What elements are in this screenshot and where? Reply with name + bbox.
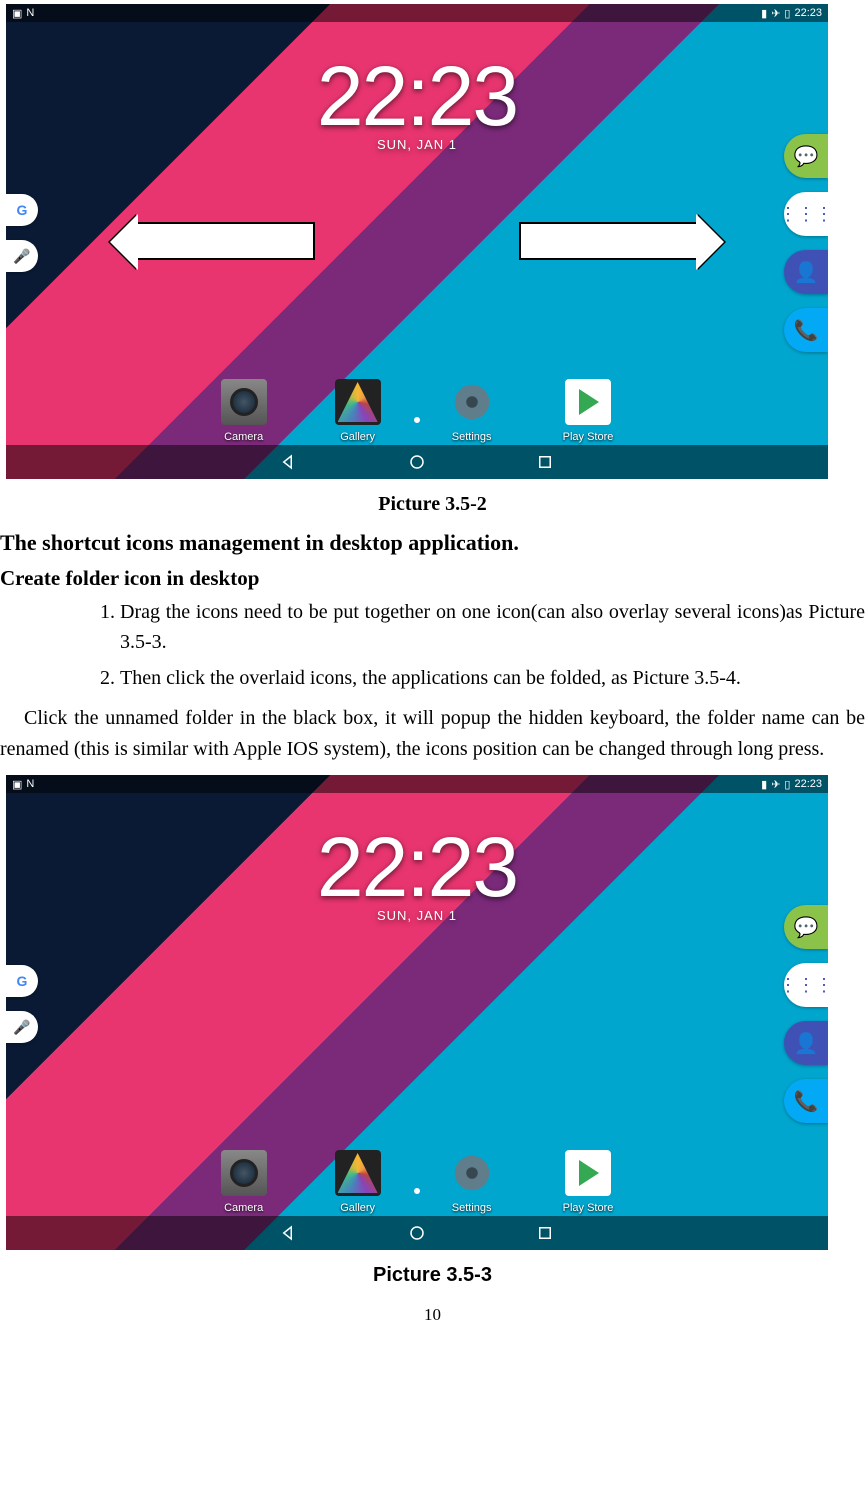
app-gallery[interactable]: Gallery bbox=[335, 379, 381, 443]
app-playstore[interactable]: Play Store bbox=[563, 379, 614, 443]
nav-bar bbox=[6, 1216, 828, 1250]
app-settings[interactable]: Settings bbox=[449, 1150, 495, 1214]
signal-icon: ▮ bbox=[761, 7, 767, 20]
clock-time: 22:23 bbox=[317, 59, 517, 135]
nav-recent-icon[interactable] bbox=[536, 1224, 554, 1242]
app-camera[interactable]: Camera bbox=[221, 1150, 267, 1214]
settings-icon bbox=[449, 1150, 495, 1196]
n-icon: N bbox=[26, 778, 34, 790]
status-time: 22:23 bbox=[794, 7, 822, 19]
camera-icon bbox=[221, 1150, 267, 1196]
clock-widget: 22:23 SUN, JAN 1 bbox=[317, 59, 517, 152]
screenshot-2: ▣ N ▮ ✈ ▯ 22:23 22:23 SUN, JAN 1 G 🎤 💬 ⋮… bbox=[6, 775, 828, 1250]
app-playstore[interactable]: Play Store bbox=[563, 1150, 614, 1214]
nav-back-icon[interactable] bbox=[280, 1224, 298, 1242]
camera-icon bbox=[221, 379, 267, 425]
arrow-left-icon bbox=[136, 222, 315, 260]
apps-shortcut[interactable]: ⋮⋮⋮ bbox=[784, 963, 828, 1007]
battery-icon: ▯ bbox=[784, 778, 790, 791]
heading-create-folder: Create folder icon in desktop bbox=[0, 566, 865, 591]
messages-shortcut[interactable]: 💬 bbox=[784, 134, 828, 178]
app-camera[interactable]: Camera bbox=[221, 379, 267, 443]
nav-home-icon[interactable] bbox=[408, 1224, 426, 1242]
battery-icon: ▯ bbox=[784, 7, 790, 20]
status-bar: ▣ N ▮ ✈ ▯ 22:23 bbox=[6, 775, 828, 793]
gallery-icon bbox=[335, 1150, 381, 1196]
image-icon: ▣ bbox=[12, 778, 22, 791]
status-time: 22:23 bbox=[794, 778, 822, 790]
google-shortcut[interactable]: G bbox=[6, 194, 38, 226]
n-icon: N bbox=[26, 7, 34, 19]
contacts-shortcut[interactable]: 👤 bbox=[784, 250, 828, 294]
gallery-icon bbox=[335, 379, 381, 425]
list-item: Then click the overlaid icons, the appli… bbox=[120, 663, 865, 693]
playstore-icon bbox=[565, 379, 611, 425]
list-item: Drag the icons need to be put together o… bbox=[120, 597, 865, 657]
voice-shortcut[interactable]: 🎤 bbox=[6, 1011, 38, 1043]
apps-shortcut[interactable]: ⋮⋮⋮ bbox=[784, 192, 828, 236]
clock-time: 22:23 bbox=[317, 830, 517, 906]
page-number: 10 bbox=[0, 1305, 865, 1325]
clock-widget: 22:23 SUN, JAN 1 bbox=[317, 830, 517, 923]
nav-bar bbox=[6, 445, 828, 479]
phone-shortcut[interactable]: 📞 bbox=[784, 308, 828, 352]
paragraph-folder-rename: Click the unnamed folder in the black bo… bbox=[0, 703, 865, 765]
nav-home-icon[interactable] bbox=[408, 453, 426, 471]
status-bar: ▣ N ▮ ✈ ▯ 22:23 bbox=[6, 4, 828, 22]
phone-shortcut[interactable]: 📞 bbox=[784, 1079, 828, 1123]
signal-icon: ▮ bbox=[761, 778, 767, 791]
app-gallery[interactable]: Gallery bbox=[335, 1150, 381, 1214]
caption-1: Picture 3.5-2 bbox=[0, 493, 865, 516]
voice-shortcut[interactable]: 🎤 bbox=[6, 240, 38, 272]
dock: Camera Gallery Settings Play Store bbox=[6, 1150, 828, 1214]
screenshot-1: ▣ N ▮ ✈ ▯ 22:23 22:23 SUN, JAN 1 G 🎤 💬 ⋮… bbox=[6, 4, 828, 479]
arrow-right-icon bbox=[519, 222, 698, 260]
contacts-shortcut[interactable]: 👤 bbox=[784, 1021, 828, 1065]
dock: Camera Gallery Settings Play Store bbox=[6, 379, 828, 443]
airplane-icon: ✈ bbox=[771, 778, 780, 791]
settings-icon bbox=[449, 379, 495, 425]
caption-2: Picture 3.5-3 bbox=[0, 1264, 865, 1287]
nav-back-icon[interactable] bbox=[280, 453, 298, 471]
google-shortcut[interactable]: G bbox=[6, 965, 38, 997]
instruction-list: Drag the icons need to be put together o… bbox=[120, 597, 865, 693]
playstore-icon bbox=[565, 1150, 611, 1196]
heading-shortcut-mgmt: The shortcut icons management in desktop… bbox=[0, 530, 865, 556]
nav-recent-icon[interactable] bbox=[536, 453, 554, 471]
airplane-icon: ✈ bbox=[771, 7, 780, 20]
image-icon: ▣ bbox=[12, 7, 22, 20]
app-settings[interactable]: Settings bbox=[449, 379, 495, 443]
swipe-arrows-overlay bbox=[6, 222, 828, 260]
messages-shortcut[interactable]: 💬 bbox=[784, 905, 828, 949]
